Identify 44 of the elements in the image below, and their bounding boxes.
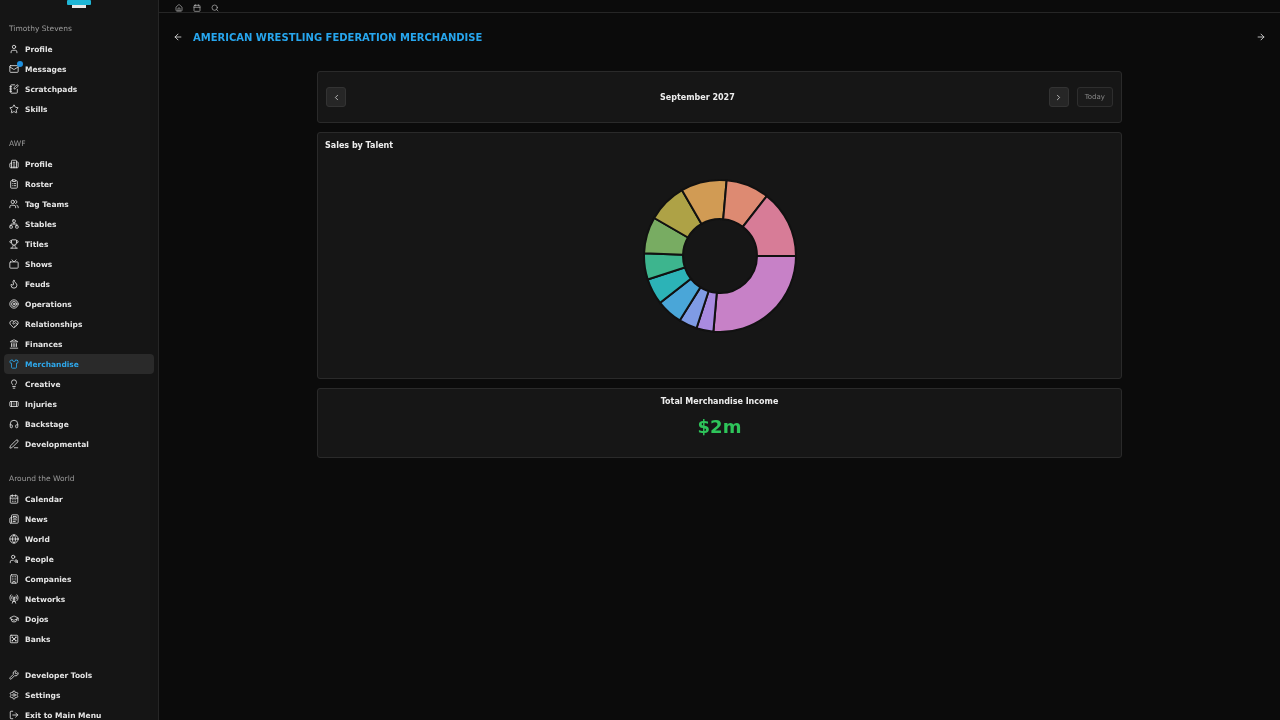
forward-arrow-icon[interactable] [1256,32,1266,42]
donut-slice [721,179,768,228]
people-icon [9,199,19,209]
headphones-icon [9,419,19,429]
flame-icon [9,279,19,289]
shirt-icon [9,359,19,369]
pen-icon [9,439,19,449]
star-icon [9,104,19,114]
income-value: $2m [697,416,742,437]
antenna-icon [9,594,19,604]
building-icon [9,574,19,584]
trophy-icon [9,239,19,249]
notepad-icon [9,84,19,94]
calendar-icon [9,494,19,504]
exit-icon [9,710,19,720]
person-icon [9,44,19,54]
month-label: September 2027 [659,92,736,102]
lightbulb-icon [9,379,19,389]
wrench-icon [9,670,19,680]
graduation-cap-icon [9,614,19,624]
page-title: AMERICAN WRESTLING FEDERATION MERCHANDISE [193,31,484,43]
settings-icon [9,690,19,700]
calendar-icon[interactable] [193,4,201,12]
person-icon [9,554,19,564]
home-icon[interactable] [175,4,183,12]
donut-slice [642,217,689,256]
card-title: Sales by Talent [325,141,395,150]
back-arrow-icon[interactable] [173,32,183,42]
mail-icon [9,64,19,74]
globe-icon [9,534,19,544]
donut-slice [652,189,702,239]
donut-slice [680,179,728,225]
card-title: Total Merchandise Income [660,397,779,406]
logo-icon [67,0,91,8]
search-icon[interactable] [211,4,219,12]
clipboard-icon [9,179,19,189]
building-icon [9,159,19,169]
tv-icon [9,259,19,269]
vault-icon [9,634,19,644]
bank-icon [9,339,19,349]
network-icon [9,219,19,229]
newspaper-icon [9,514,19,524]
target-icon [9,299,19,309]
bandage-icon [9,399,19,409]
